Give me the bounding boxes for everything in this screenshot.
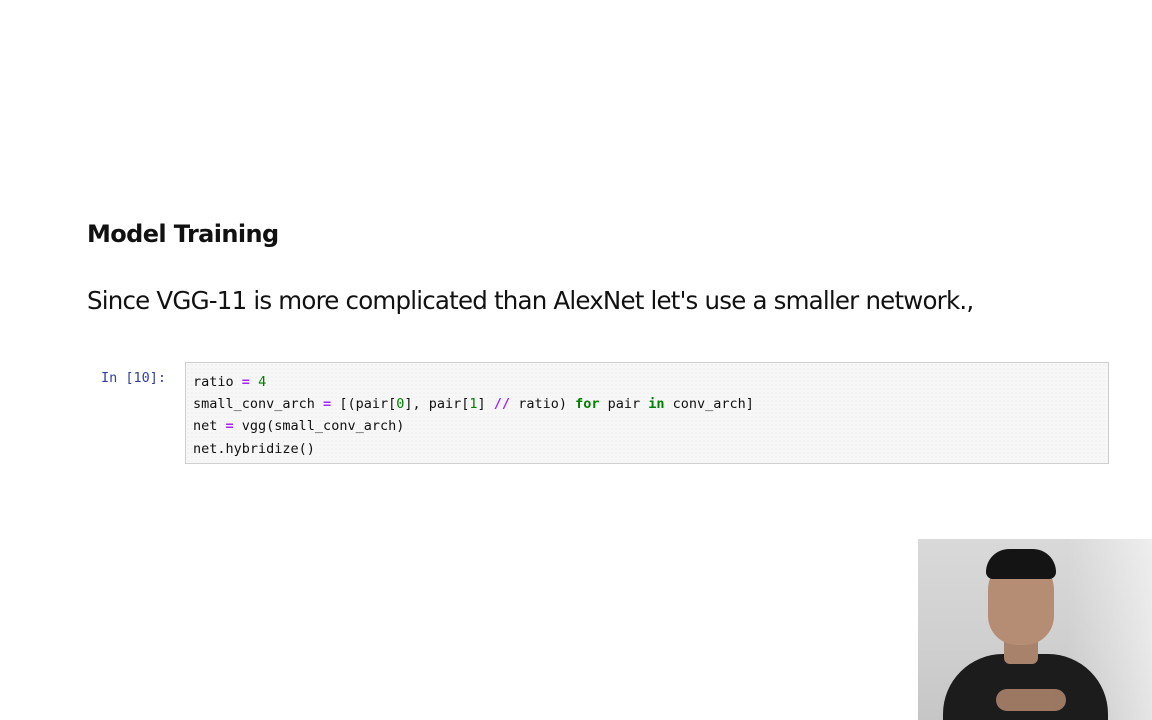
code-editor[interactable]: ratio = 4 small_conv_arch = [(pair[0], pa… <box>185 362 1109 464</box>
code-token: [(pair[ <box>331 396 397 413</box>
presenter-hands <box>996 689 1066 711</box>
code-token: = <box>225 418 234 435</box>
code-token: in <box>648 396 665 413</box>
presenter-webcam-icon <box>918 539 1152 720</box>
code-token: 1 <box>469 396 478 413</box>
code-token: net <box>193 418 226 435</box>
code-lines: ratio = 4 small_conv_arch = [(pair[0], pa… <box>193 371 754 460</box>
code-token: ], pair[ <box>404 396 470 413</box>
input-prompt: In [10]: <box>101 370 167 386</box>
code-token: ] <box>477 396 494 413</box>
code-token: pair <box>599 396 649 413</box>
code-line: net = vgg(small_conv_arch) <box>193 415 754 437</box>
code-token: // <box>493 396 511 413</box>
code-token: = <box>241 374 250 390</box>
code-line: small_conv_arch = [(pair[0], pair[1] // … <box>193 393 754 415</box>
code-line: ratio = 4 <box>193 371 754 393</box>
code-token: = <box>323 396 332 413</box>
code-token: net.hybridize() <box>193 440 315 457</box>
code-token: 4 <box>258 374 267 390</box>
code-token: vgg(small_conv_arch) <box>233 418 405 435</box>
code-token: for <box>575 396 600 413</box>
code-token: ratio <box>193 374 242 390</box>
section-heading: Model Training <box>87 220 279 248</box>
code-token: small_conv_arch <box>193 396 324 413</box>
code-cell[interactable]: In [10]: ratio = 4 small_conv_arch = [(pa… <box>0 362 1152 466</box>
code-token: conv_arch] <box>664 396 754 413</box>
presenter-hair <box>986 549 1056 579</box>
code-line: net.hybridize() <box>193 438 754 460</box>
markdown-paragraph: Since VGG-11 is more complicated than Al… <box>87 286 974 315</box>
code-token: ratio) <box>510 396 576 413</box>
